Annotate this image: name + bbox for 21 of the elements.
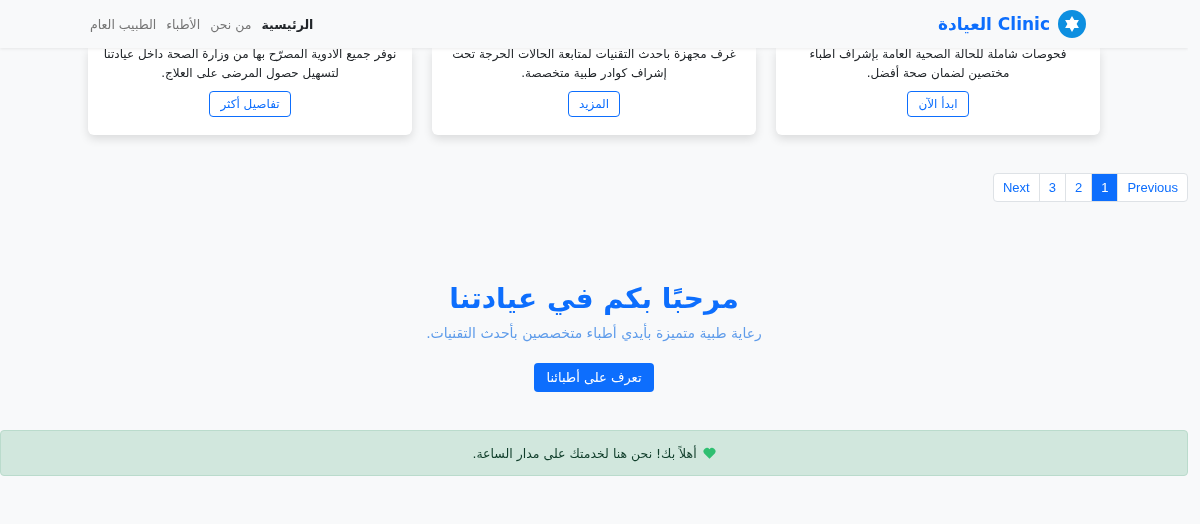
card-text: غرف مجهزة باحدث التقنيات لمتابعة الحالات الحرجة تحت إشراف كوادر طبية متخصصة. <box>451 46 737 82</box>
hero-subtitle: رعاية طبية متميزة بأيدي أطباء متخصصين بأحدث التقنيات. <box>425 325 763 341</box>
alert-text: أهلاً بك! نحن هنا لخدمتك على مدار الساعة. <box>472 445 697 461</box>
hero-title: مرحبًا بكم في عيادتنا <box>448 282 740 315</box>
pagination-link[interactable]: 2 <box>1064 174 1092 201</box>
heart-icon <box>702 447 716 459</box>
nav-link[interactable]: الرئيسية <box>261 16 314 32</box>
card-text: نوفر جميع الادوية المصرّح بها من وزارة الصحة داخل عيادتنا لتسهيل حصول المرضى على العلاج. <box>102 46 398 82</box>
brand-link[interactable]: Clinic العيادة <box>938 14 1050 34</box>
star-logo-icon <box>1058 10 1086 38</box>
nav-link[interactable]: من نحن <box>210 16 252 32</box>
pagination-link[interactable]: 1 <box>1091 174 1118 201</box>
nav-link[interactable]: الأطباء <box>166 16 201 32</box>
card-button[interactable]: المزيد <box>567 91 621 117</box>
card-text: فحوصات شاملة للحالة الصحية العامة بإشراف اطباء مختصين لضمان صحة أفضل. <box>808 46 1068 83</box>
card-button[interactable]: تفاصيل أكثر <box>209 91 291 117</box>
nav-link[interactable]: الطبيب العام <box>90 16 157 32</box>
card-button[interactable]: ابدأ الآن <box>907 91 969 117</box>
doctors-button[interactable]: تعرف على أطبائنا <box>534 363 654 392</box>
pagination-link[interactable]: 3 <box>1038 174 1065 201</box>
pagination-link[interactable]: Next <box>994 174 1039 201</box>
